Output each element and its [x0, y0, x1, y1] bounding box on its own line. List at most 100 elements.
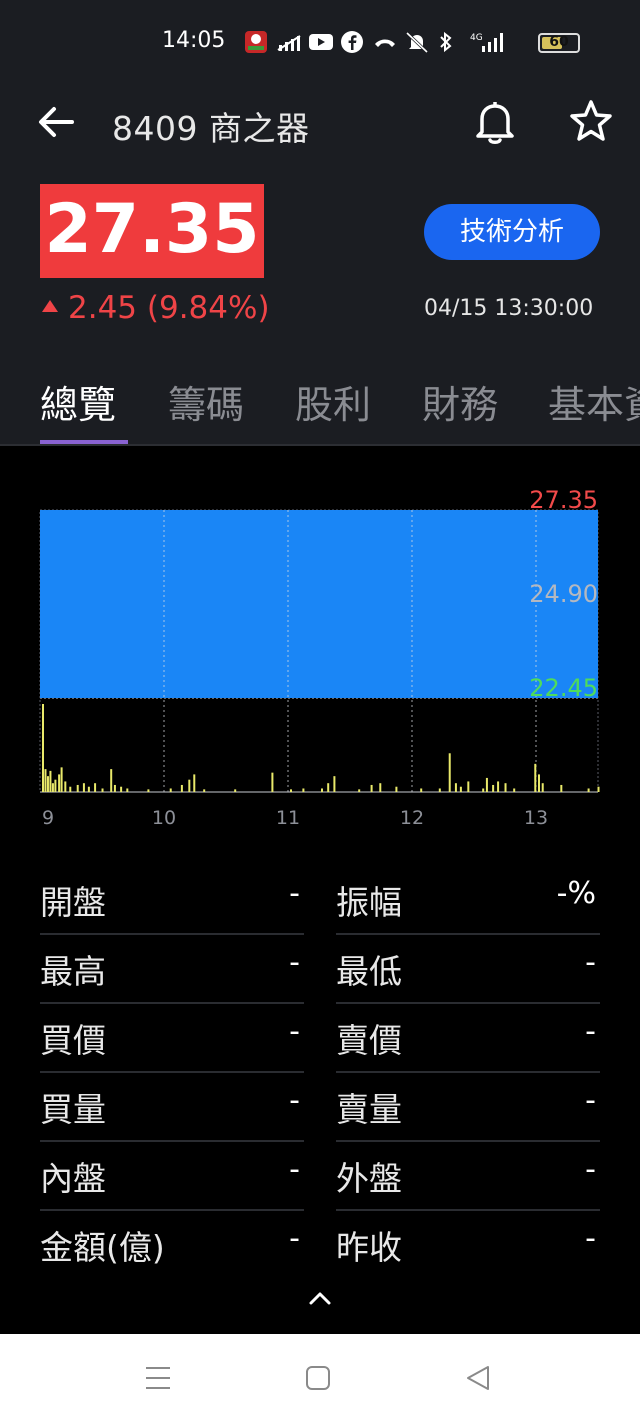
mute-icon	[404, 30, 429, 54]
stat-label: 買量	[40, 1090, 106, 1129]
x-axis-labels: 9 10 11 12 13	[42, 807, 548, 829]
back-triangle-icon	[467, 1366, 489, 1390]
stat-inner-volume: 內盤 -	[40, 1142, 304, 1211]
stat-outer-volume: 外盤 -	[336, 1142, 600, 1211]
stat-prev-close: 昨收 -	[336, 1211, 600, 1280]
stat-value: -	[289, 1152, 300, 1187]
tab-profile[interactable]: 基本資料	[548, 374, 640, 429]
stat-value: -	[289, 1014, 300, 1049]
status-bar: 14:05 4G 60	[0, 0, 640, 84]
stat-label: 最高	[40, 952, 106, 991]
stat-value: -	[585, 1083, 596, 1118]
volume-bar	[492, 784, 495, 792]
volume-bar	[333, 776, 336, 792]
volume-bar	[534, 763, 537, 792]
back-button[interactable]	[36, 104, 78, 140]
x-axis-label: 12	[400, 807, 424, 829]
system-nav-bar	[0, 1334, 640, 1422]
tab-bar: 總覽 籌碼 股利 財務 基本資料	[0, 372, 640, 446]
volume-bar	[60, 767, 63, 792]
volume-bar	[271, 772, 274, 792]
volume-bar	[49, 770, 52, 792]
quote-timestamp: 04/15 13:30:00	[424, 296, 594, 321]
volume-bar	[587, 788, 590, 792]
bell-icon	[476, 102, 514, 144]
nav-back-button[interactable]	[460, 1362, 496, 1394]
volume-bar	[327, 783, 330, 792]
volume-bar	[76, 784, 79, 792]
intraday-chart-svg: 27.35 24.90 22.45 9 10 11 12 13	[39, 486, 600, 829]
volume-bar	[438, 788, 441, 792]
volume-bar	[87, 786, 90, 792]
stat-label: 賣價	[336, 1021, 402, 1060]
tab-divider	[0, 444, 640, 446]
stat-low: 最低 -	[336, 935, 600, 1004]
favorite-button[interactable]	[566, 96, 616, 146]
stat-value: -	[585, 1152, 596, 1187]
stat-label: 賣量	[336, 1090, 402, 1129]
page-title: 8409 商之器	[112, 109, 310, 148]
facebook-icon	[340, 30, 364, 54]
volume-bar	[454, 783, 457, 792]
volume-bar	[358, 789, 361, 792]
tab-overview[interactable]: 總覽	[40, 374, 116, 429]
home-icon	[306, 1366, 330, 1390]
x-axis-label: 9	[42, 807, 54, 829]
volume-bar	[497, 781, 500, 792]
volume-bars	[42, 704, 600, 792]
bluetooth-icon	[436, 30, 460, 54]
stat-bid-volume: 買量 -	[40, 1073, 304, 1142]
technical-analysis-button[interactable]: 技術分析	[424, 204, 600, 260]
volume-bar	[101, 788, 104, 792]
app-notification-icon	[244, 30, 268, 54]
nav-recent-button[interactable]	[140, 1362, 176, 1394]
stock-header: 8409 商之器 27.35 技術分析 2.45 (9.84%) 04/15 1…	[0, 84, 640, 446]
intraday-chart[interactable]: 27.35 24.90 22.45 9 10 11 12 13	[0, 480, 640, 830]
volume-bar	[597, 786, 600, 792]
stat-value: -	[289, 1221, 300, 1256]
stat-ask-price: 賣價 -	[336, 1004, 600, 1073]
volume-bar	[110, 769, 113, 792]
volume-bar	[234, 789, 237, 792]
chevron-up-icon	[309, 1292, 331, 1305]
volume-bar	[147, 789, 150, 792]
volume-bar	[64, 781, 67, 792]
volume-bar	[560, 784, 563, 792]
y-axis-label: 27.35	[529, 486, 598, 514]
stat-label: 昨收	[336, 1228, 402, 1267]
tab-chips[interactable]: 籌碼	[168, 374, 244, 429]
current-price: 27.35	[44, 190, 260, 269]
stat-value: -%	[556, 876, 596, 911]
call-icon	[372, 30, 396, 54]
menu-icon	[146, 1367, 170, 1389]
tab-financial[interactable]: 財務	[422, 374, 498, 429]
y-axis-label: 22.45	[529, 674, 598, 702]
tab-dividend[interactable]: 股利	[295, 374, 371, 429]
stat-label: 振幅	[336, 883, 402, 922]
star-icon	[570, 100, 612, 141]
stat-high: 最高 -	[40, 935, 304, 1004]
price-badge: 27.35	[40, 184, 264, 278]
alert-button[interactable]	[470, 96, 520, 146]
stat-label: 最低	[336, 952, 402, 991]
volume-bar	[467, 781, 470, 792]
volume-bar	[485, 777, 488, 792]
stat-value: -	[585, 945, 596, 980]
price-change: 2.45 (9.84%)	[42, 290, 270, 326]
volume-bar	[321, 788, 323, 792]
volume-bar	[42, 704, 44, 792]
up-arrow-icon	[42, 299, 58, 312]
nav-home-button[interactable]	[300, 1362, 336, 1394]
volume-bar	[188, 779, 191, 792]
battery-indicator: 60	[538, 33, 580, 53]
volume-bar	[82, 783, 85, 792]
volume-bar	[482, 788, 485, 792]
stat-label: 內盤	[40, 1159, 106, 1198]
stat-label: 外盤	[336, 1159, 402, 1198]
x-axis-label: 11	[276, 807, 300, 829]
stat-value: -	[289, 876, 300, 911]
collapse-button[interactable]	[302, 1284, 338, 1312]
stat-value: -	[289, 945, 300, 980]
volume-bar	[54, 779, 57, 792]
volume-bar	[94, 783, 97, 792]
